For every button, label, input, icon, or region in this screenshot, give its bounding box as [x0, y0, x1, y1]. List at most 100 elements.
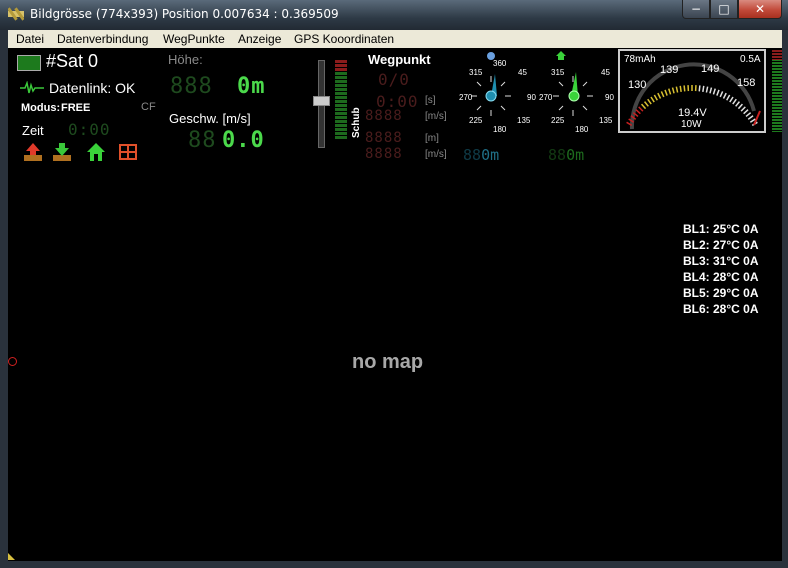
unit-m: [m] [425, 133, 439, 144]
gauge-tick [679, 85, 682, 92]
geschw-label: Geschw. [m/s] [169, 111, 251, 126]
gauge-tick [740, 106, 746, 112]
gauge-tick [735, 101, 741, 107]
gauge-tick [698, 85, 701, 92]
grid-icon[interactable] [118, 143, 138, 161]
position-marker [8, 357, 17, 366]
gauge-tick [712, 88, 716, 95]
upload-icon[interactable] [23, 142, 43, 162]
gauge-watt: 10W [681, 119, 702, 130]
modus-value: FREE [61, 102, 91, 114]
gauge-mah: 78mAh [624, 54, 656, 65]
gauge-tick [726, 94, 731, 101]
c2-135: 135 [599, 116, 613, 125]
window-border-right [782, 30, 788, 568]
unit-ms-2: [m/s] [425, 149, 447, 160]
schub-label: Schub [351, 107, 362, 138]
geschw-value: 0.0 [222, 128, 265, 153]
thrust-slider-handle[interactable] [313, 96, 330, 106]
wegpunkt-speed-dim: 8888 [365, 108, 403, 124]
menu-bar: Datei Datenverbindung WegPunkte Anzeige … [8, 30, 782, 49]
gauge-tick [732, 98, 737, 105]
home-icon[interactable] [86, 142, 106, 162]
gauge-tick-158: 158 [737, 77, 756, 89]
heading-compass: 360 45 90 135 180 225 270 315 [459, 52, 536, 134]
bl-item-1: BL1: 25°C 0A [683, 222, 759, 236]
gauge-tick [722, 92, 727, 99]
close-button[interactable]: ✕ [738, 0, 782, 19]
unit-ms-1: [m/s] [425, 111, 447, 122]
wegpunkt-left-text: 0m [481, 146, 500, 164]
zeit-value: 0:00 [68, 120, 111, 139]
gauge-tick [705, 86, 709, 93]
gauge-tick [737, 103, 743, 110]
gauge-tick [653, 94, 658, 101]
wegpunkt-label: Wegpunkt [368, 52, 431, 67]
cf-indicator: CF [141, 101, 156, 113]
gauge-tick [702, 85, 705, 92]
c1-180: 180 [493, 125, 507, 134]
datenlink-status: Datenlink: OK [49, 80, 136, 96]
gauge-tick [660, 91, 665, 98]
bl-item-4: BL4: 28°C 0A [683, 270, 759, 284]
level-bar-top [772, 50, 782, 60]
menu-gps-koordinaten[interactable]: GPS Kooordinaten [294, 32, 394, 46]
gauge-tick-139: 139 [660, 64, 679, 76]
gauge-tick [745, 112, 752, 118]
window-border-bottom [0, 561, 788, 568]
main-panel: #Sat 0 Datenlink: OK Modus: FREE CF Zeit… [8, 48, 782, 561]
bl-item-3: BL3: 31°C 0A [683, 254, 759, 268]
window-border-left [0, 30, 8, 568]
hoehe-label: Höhe: [168, 52, 203, 67]
hoehe-value: 0m [237, 74, 266, 99]
gauge-amp: 0.5A [740, 54, 761, 65]
minimize-button[interactable]: − [682, 0, 710, 19]
gauge-tick [675, 86, 679, 93]
modus-label: Modus: [21, 102, 61, 114]
wegpunkt-vs-dim: 8888 [365, 146, 403, 162]
c1-270: 270 [459, 93, 473, 102]
gauge-tick [650, 96, 655, 103]
menu-anzeige[interactable]: Anzeige [238, 32, 281, 46]
gauge-tick [657, 92, 662, 99]
thrust-bar-top [335, 60, 347, 72]
gauge-tick [641, 103, 647, 110]
gauge-tick [671, 87, 675, 94]
menu-wegpunkte[interactable]: WegPunkte [163, 32, 225, 46]
bl-item-5: BL5: 29°C 0A [683, 286, 759, 300]
c2-45: 45 [601, 68, 610, 77]
download-icon[interactable] [52, 142, 72, 162]
application-window: Bildgrösse (774x393) Position 0.007634 :… [0, 0, 788, 568]
wegpunkt-right-value: 880m [548, 146, 585, 164]
wegpunkt-count: 0/0 [378, 70, 410, 89]
app-icon [8, 7, 24, 21]
no-map-text: no map [352, 351, 424, 373]
gauge-tick [635, 109, 641, 115]
gauge-tick [647, 98, 652, 105]
gauge-tick [709, 87, 713, 94]
gauge-tick [643, 101, 649, 107]
gauge-voltage: 19.4V [678, 107, 707, 119]
maximize-button[interactable]: □ [710, 0, 738, 19]
gauge-tick [664, 89, 668, 96]
unit-s: [s] [425, 95, 436, 106]
menu-datei[interactable]: Datei [16, 32, 44, 46]
resize-grip[interactable] [8, 553, 15, 560]
gauge-tick-149: 149 [701, 63, 720, 75]
c1-360: 360 [493, 59, 507, 68]
battery-gauge: 78mAh 0.5A 130 139 149 158 19.4V 10W [618, 49, 766, 133]
menu-datenverbindung[interactable]: Datenverbindung [57, 32, 148, 46]
window-title: Bildgrösse (774x393) Position 0.007634 :… [30, 7, 339, 21]
gauge-tick [683, 85, 686, 92]
wegpunkt-left-value: 880m [463, 146, 500, 164]
c2-225: 225 [551, 116, 565, 125]
c2-315: 315 [551, 68, 565, 77]
gauge-tick [668, 88, 672, 95]
title-bar[interactable]: Bildgrösse (774x393) Position 0.007634 :… [0, 0, 788, 30]
gauge-tick [743, 109, 749, 115]
geschw-dim-digits: 88 [188, 128, 217, 153]
heartbeat-icon [20, 81, 44, 94]
home-direction-compass: 315 45 90 135 180 225 270 [539, 51, 614, 134]
c1-225: 225 [469, 116, 483, 125]
wegpunkt-dist-dim: 8888 [365, 130, 403, 146]
